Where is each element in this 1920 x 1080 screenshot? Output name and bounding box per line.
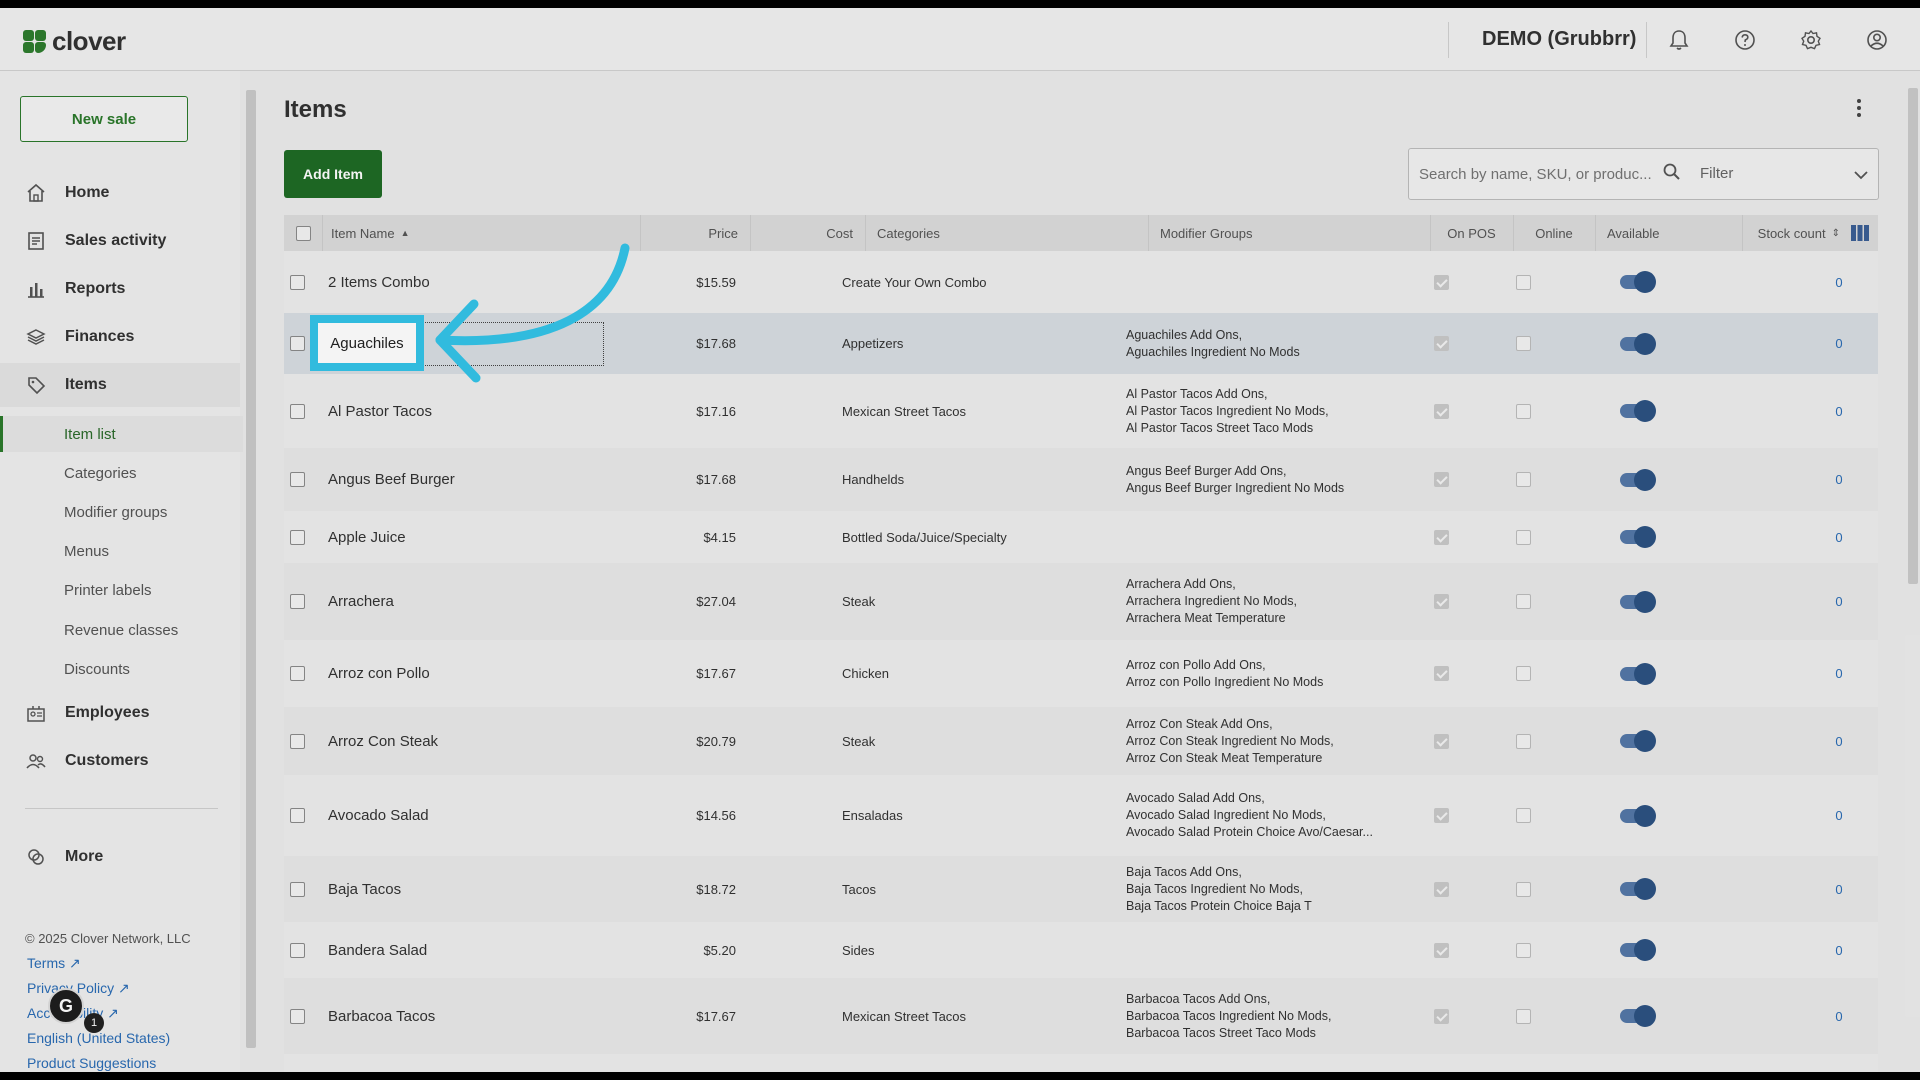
app-window: clover DEMO (Grubbrr) New sale Home Sale… — [0, 8, 1920, 1072]
annotation-arrow-icon — [435, 243, 630, 383]
